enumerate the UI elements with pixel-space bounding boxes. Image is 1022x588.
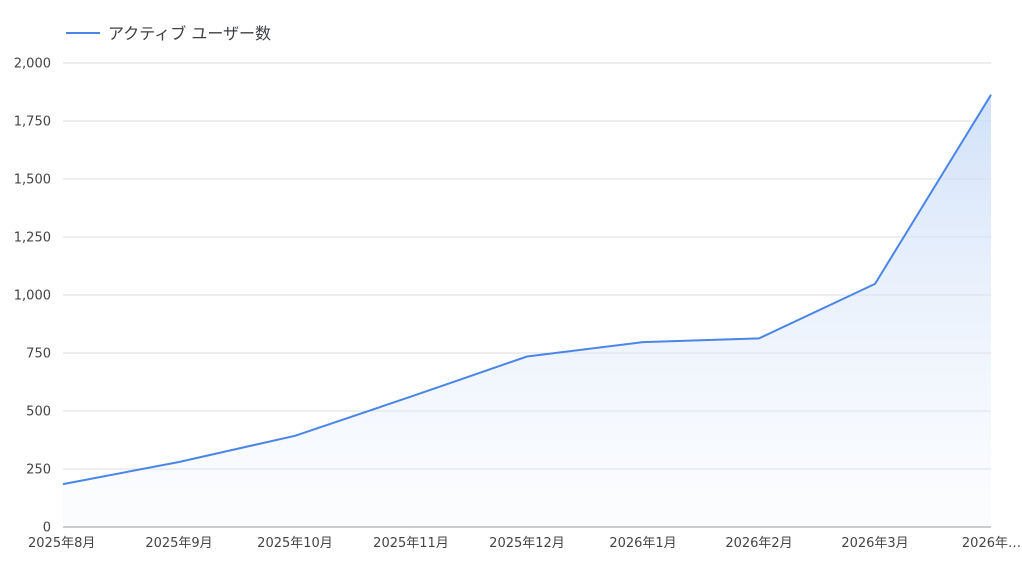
y-tick-label: 250 [26,463,51,478]
x-tick-label: 2026年… [962,536,1021,551]
x-tick-label: 2025年10月 [257,536,333,551]
x-axis-tick-labels: 2025年8月 2025年9月 2025年10月 2025年11月 2025年12月 20… [28,536,1021,551]
y-tick-label: 0 [43,521,51,536]
data-point [60,481,66,487]
data-point [176,459,182,465]
x-tick-label: 2026年1月 [609,536,676,551]
y-tick-label: 750 [26,347,51,362]
x-tick-label: 2025年9月 [145,536,212,551]
series-area [63,94,991,528]
y-tick-label: 500 [26,405,51,420]
y-tick-label: 1,750 [14,115,51,130]
legend-label: アクティブ ユーザー数 [108,24,271,43]
y-axis-tick-labels: 0 250 500 750 1,000 1,250 1,500 1,750 2,000 [14,57,51,536]
data-point [988,92,994,98]
x-tick-label: 2025年8月 [28,536,95,551]
data-point [756,335,762,341]
y-tick-label: 1,250 [14,231,51,246]
data-point [872,281,878,287]
data-point [524,353,530,359]
data-point [640,339,646,345]
x-tick-label: 2025年11月 [373,536,449,551]
data-point [292,433,298,439]
y-tick-label: 2,000 [14,57,51,72]
chart: アクティブ ユーザー数 0 250 500 750 1,000 1,250 1,500 1,7… [14,24,1021,551]
data-point [408,394,414,400]
x-tick-label: 2025年12月 [489,536,565,551]
y-tick-label: 1,000 [14,289,51,304]
x-tick-label: 2026年3月 [841,536,908,551]
x-tick-label: 2026年2月 [725,536,792,551]
chart-legend: アクティブ ユーザー数 [66,24,271,43]
y-tick-label: 1,500 [14,173,51,188]
